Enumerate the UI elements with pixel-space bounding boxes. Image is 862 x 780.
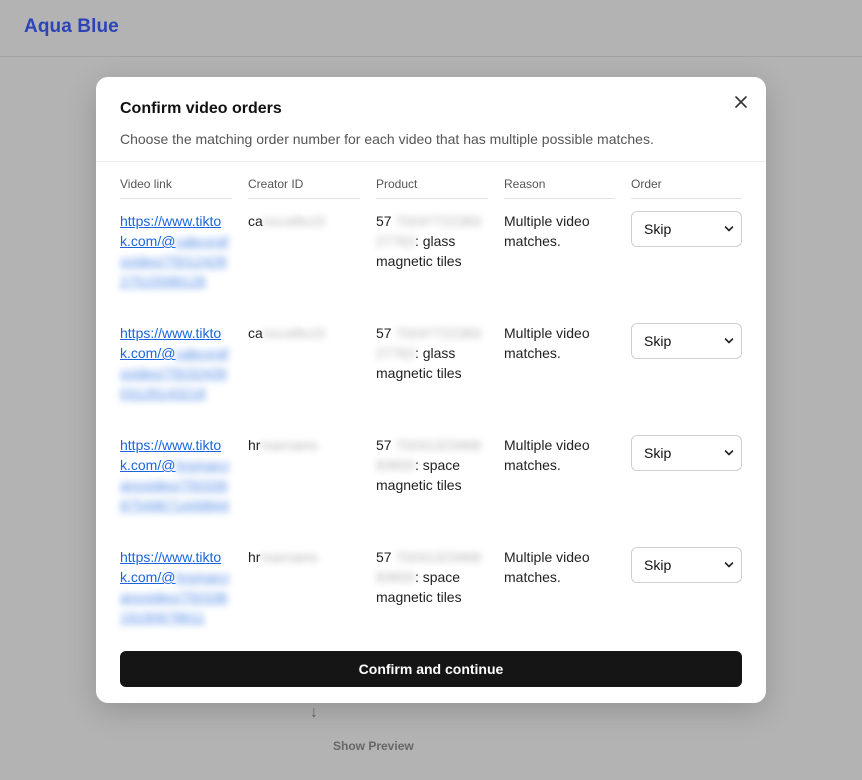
column-header-video-link: Video link <box>120 177 232 199</box>
video-link[interactable]: https://www.tiktok.com/@cabcxrafsvideo/7… <box>120 325 228 401</box>
close-icon <box>735 96 747 108</box>
table-header: Video link Creator ID Product Reason Ord… <box>120 177 742 199</box>
table-row: https://www.tiktok.com/@cabcxrafsvideo/7… <box>120 311 742 423</box>
video-link[interactable]: https://www.tiktok.com/@hrsmarcianovideo… <box>120 549 229 625</box>
confirm-and-continue-button[interactable]: Confirm and continue <box>120 651 742 687</box>
table-row: https://www.tiktok.com/@hrsmarcianovideo… <box>120 535 742 645</box>
order-select[interactable]: Skip <box>631 435 742 471</box>
creator-id-cell: hrmarciano <box>248 437 319 453</box>
creator-id-cell: carocrafts15 <box>248 213 326 229</box>
order-cell: Skip <box>631 211 742 311</box>
product-cell: 57 70241323466 83600: space magnetic til… <box>376 549 482 605</box>
top-bar: Aqua Blue <box>0 0 862 57</box>
table-row: https://www.tiktok.com/@hrsmarcianovideo… <box>120 423 742 535</box>
product-cell: 57 70247722383 27763: glass magnetic til… <box>376 213 482 269</box>
brand-logo[interactable]: Aqua Blue <box>24 16 119 38</box>
column-header-reason: Reason <box>504 177 615 199</box>
reason-cell: Multiple video matches. <box>504 437 590 473</box>
dialog-description: Choose the matching order number for eac… <box>120 131 654 147</box>
column-header-order: Order <box>631 177 742 199</box>
video-link-cell: https://www.tiktok.com/@cabcxrafsvideo/7… <box>120 211 232 311</box>
dialog-title: Confirm video orders <box>120 100 282 117</box>
order-cell: Skip <box>631 547 742 645</box>
video-link[interactable]: https://www.tiktok.com/@cabcxrafsvideo/7… <box>120 213 228 289</box>
show-preview-button[interactable]: Show Preview <box>333 739 414 753</box>
creator-id-cell: carocrafts15 <box>248 325 326 341</box>
orders-table: Video link Creator ID Product Reason Ord… <box>120 177 742 645</box>
divider <box>96 161 766 162</box>
video-link-cell: https://www.tiktok.com/@hrsmarcianovideo… <box>120 435 232 535</box>
reason-cell: Multiple video matches. <box>504 213 590 249</box>
order-select[interactable]: Skip <box>631 211 742 247</box>
video-link[interactable]: https://www.tiktok.com/@hrsmarcianovideo… <box>120 437 229 513</box>
product-cell: 57 70247722383 27763: glass magnetic til… <box>376 325 482 381</box>
close-button[interactable] <box>730 91 752 113</box>
reason-cell: Multiple video matches. <box>504 325 590 361</box>
video-link-cell: https://www.tiktok.com/@cabcxrafsvideo/7… <box>120 323 232 423</box>
creator-id-cell: hrmarciano <box>248 549 319 565</box>
down-arrow-icon: ↓ <box>310 704 318 721</box>
video-link-cell: https://www.tiktok.com/@hrsmarcianovideo… <box>120 547 232 645</box>
table-row: https://www.tiktok.com/@cabcxrafsvideo/7… <box>120 199 742 311</box>
confirm-video-orders-dialog: Confirm video orders Choose the matching… <box>96 77 766 703</box>
column-header-creator-id: Creator ID <box>248 177 360 199</box>
reason-cell: Multiple video matches. <box>504 549 590 585</box>
product-cell: 57 70241323466 83600: space magnetic til… <box>376 437 482 493</box>
order-select[interactable]: Skip <box>631 323 742 359</box>
order-cell: Skip <box>631 323 742 423</box>
order-select[interactable]: Skip <box>631 547 742 583</box>
order-cell: Skip <box>631 435 742 535</box>
column-header-product: Product <box>376 177 488 199</box>
